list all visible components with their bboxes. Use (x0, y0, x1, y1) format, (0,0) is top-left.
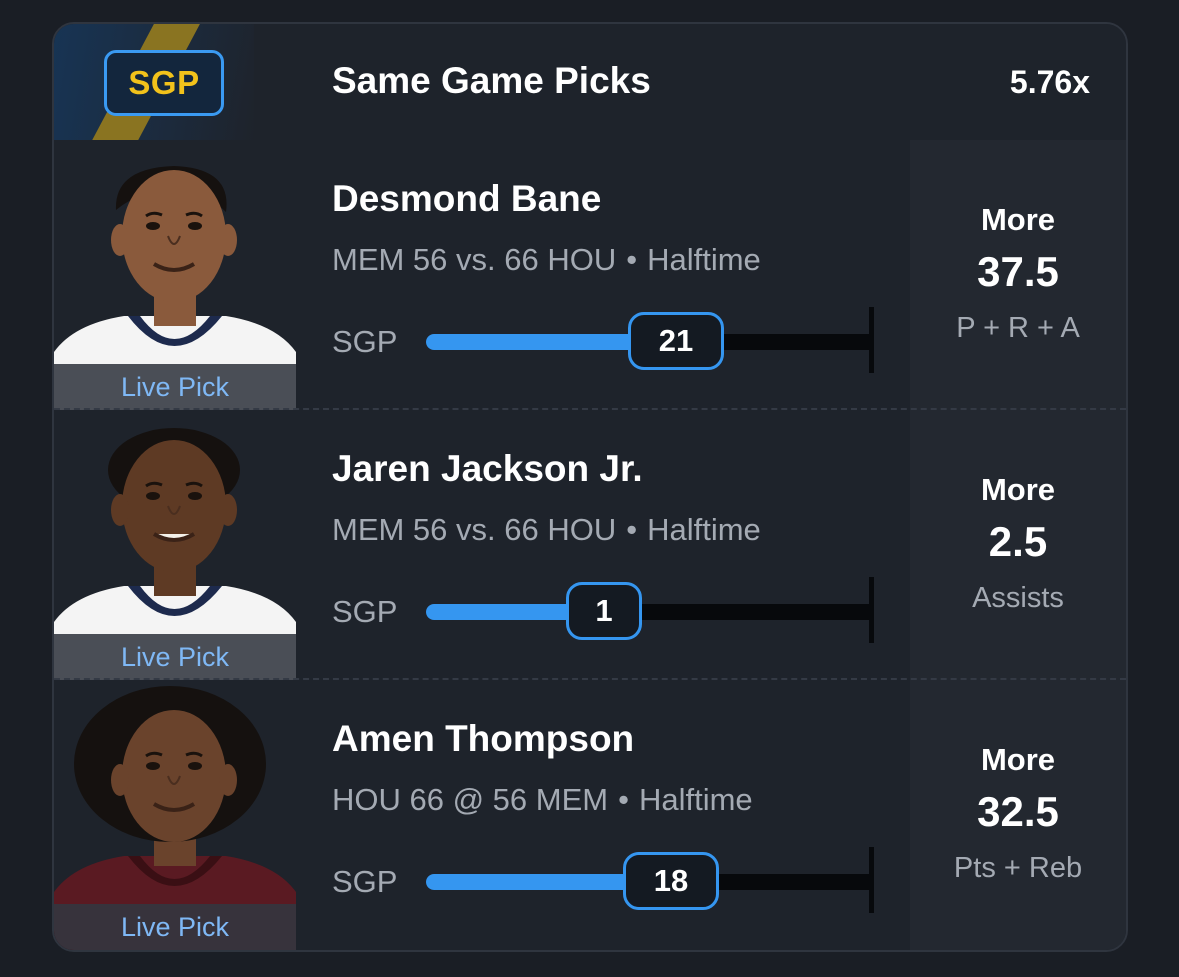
player-photo: Live Pick (54, 140, 296, 410)
game-score: HOU 66 @ 56 MEM (332, 782, 609, 817)
progress-label: SGP (332, 324, 398, 359)
game-info: MEM 56 vs. 66 HOU • Halftime (332, 242, 761, 278)
game-status: Halftime (638, 782, 753, 817)
pick-line-panel[interactable]: More 37.5 P + R + A (910, 140, 1126, 410)
sgp-badge: SGP (104, 50, 224, 116)
pick-row[interactable]: Live Pick Desmond Bane MEM 56 vs. 66 HOU… (54, 140, 1126, 410)
current-stat-value: 1 (566, 582, 642, 640)
game-status: Halftime (647, 512, 761, 547)
pick-row[interactable]: Live Pick Amen Thompson HOU 66 @ 56 MEM •… (54, 680, 1126, 950)
player-photo: Live Pick (54, 680, 296, 950)
separator-dot: • (618, 782, 629, 817)
game-score: MEM 56 vs. 66 HOU (332, 512, 617, 547)
game-score: MEM 56 vs. 66 HOU (332, 242, 617, 277)
line-direction: More (980, 742, 1056, 777)
player-name: Jaren Jackson Jr. (332, 448, 643, 489)
game-info: MEM 56 vs. 66 HOU • Halftime (332, 512, 761, 548)
line-stat-type: P + R + A (956, 312, 1080, 344)
progress-target-marker (869, 307, 874, 373)
progress-label: SGP (332, 864, 398, 899)
progress-label: SGP (332, 594, 398, 629)
pick-line-panel[interactable]: More 32.5 Pts + Reb (910, 680, 1126, 950)
game-status: Halftime (647, 242, 761, 277)
current-stat-value: 18 (623, 852, 719, 910)
player-photo: Live Pick (54, 410, 296, 680)
player-name: Amen Thompson (332, 718, 635, 759)
line-value: 37.5 (977, 248, 1059, 295)
progress-target-marker (869, 577, 874, 643)
same-game-picks-card[interactable]: SGP Same Game Picks 5.76x Live Pick Desm… (52, 22, 1128, 952)
player-name: Desmond Bane (332, 178, 602, 219)
card-title: Same Game Picks (332, 60, 651, 101)
line-stat-type: Assists (972, 582, 1064, 614)
game-info: HOU 66 @ 56 MEM • Halftime (332, 782, 753, 818)
live-pick-label: Live Pick (54, 634, 296, 680)
line-stat-type: Pts + Reb (953, 852, 1083, 884)
pick-row[interactable]: Live Pick Jaren Jackson Jr. MEM 56 vs. 6… (54, 410, 1126, 680)
line-value: 2.5 (988, 518, 1048, 565)
separator-dot: • (626, 512, 638, 547)
separator-dot: • (626, 242, 638, 277)
live-pick-label: Live Pick (54, 364, 296, 410)
card-header: SGP Same Game Picks 5.76x (54, 24, 1126, 164)
line-value: 32.5 (977, 788, 1059, 835)
pick-line-panel[interactable]: More 2.5 Assists (910, 410, 1126, 680)
current-stat-value: 21 (628, 312, 724, 370)
live-pick-label: Live Pick (54, 904, 296, 950)
line-direction: More (980, 472, 1056, 507)
progress-target-marker (869, 847, 874, 913)
progress-track (426, 604, 872, 620)
line-direction: More (980, 202, 1056, 237)
payout-multiplier: 5.76x (1009, 64, 1090, 100)
